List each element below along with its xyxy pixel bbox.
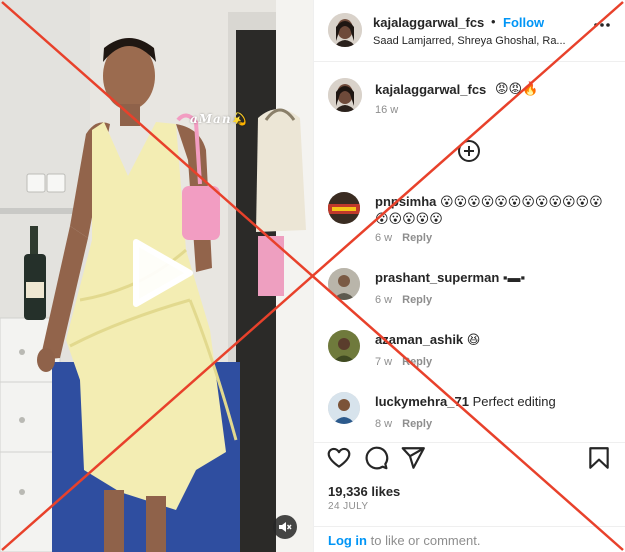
avatar-image bbox=[328, 13, 362, 47]
like-button[interactable] bbox=[326, 445, 352, 471]
post-caption: kajalaggarwal_fcs 😡😡🔥 16 w bbox=[314, 74, 625, 124]
comment-item: pnpsimha 😮😮😮😮😮😮😮😮😮😮😮😮😮😮😮😮😮 6 w Reply bbox=[314, 190, 625, 250]
author-avatar[interactable] bbox=[328, 13, 362, 47]
follow-button[interactable]: Follow bbox=[503, 15, 544, 30]
reply-button[interactable]: Reply bbox=[402, 232, 432, 244]
video-player[interactable]: aMan💫 bbox=[0, 0, 313, 552]
avatar-image bbox=[328, 78, 362, 112]
comment-body: pnpsimha 😮😮😮😮😮😮😮😮😮😮😮😮😮😮😮😮😮 bbox=[375, 193, 615, 227]
caption-text: 😡😡🔥 bbox=[495, 81, 539, 96]
caption-username[interactable]: kajalaggarwal_fcs bbox=[375, 82, 486, 97]
post-action-bar bbox=[314, 442, 625, 472]
plus-circle-icon bbox=[458, 140, 480, 162]
commenter-avatar[interactable] bbox=[328, 392, 360, 424]
reply-button[interactable]: Reply bbox=[402, 356, 432, 368]
post-date: 24 JULY bbox=[328, 501, 369, 512]
caption-age: 16 w bbox=[375, 104, 399, 116]
comment-username[interactable]: luckymehra_71 bbox=[375, 394, 469, 409]
comment-item: azaman_ashik 😆 7 w Reply bbox=[314, 328, 625, 374]
speaker-muted-icon bbox=[279, 522, 292, 532]
comment-text: ▪︎▬▪︎ bbox=[502, 270, 526, 285]
login-prompt: Log in to like or comment. bbox=[314, 526, 625, 552]
login-link[interactable]: Log in bbox=[328, 533, 367, 548]
comment-meta: 7 w Reply bbox=[375, 356, 432, 368]
login-prompt-rest: to like or comment. bbox=[367, 533, 481, 548]
video-overlay-text: aMan💫 bbox=[190, 112, 248, 126]
author-username[interactable]: kajalaggarwal_fcs bbox=[373, 15, 484, 30]
comment-age: 6 w bbox=[375, 232, 393, 244]
comment-age: 6 w bbox=[375, 294, 393, 306]
reply-button[interactable]: Reply bbox=[402, 418, 432, 430]
comment-meta: 8 w Reply bbox=[375, 418, 432, 430]
avatar-image bbox=[328, 268, 360, 300]
comment-body: prashant_superman ▪︎▬▪︎ bbox=[375, 269, 615, 286]
header-separator: • bbox=[491, 14, 496, 29]
avatar-image bbox=[328, 330, 360, 362]
load-more-comments-button[interactable] bbox=[457, 139, 481, 163]
more-options-button[interactable] bbox=[590, 15, 614, 35]
audio-attribution-link[interactable]: Saad Lamjarred, Shreya Ghoshal, Ra... bbox=[373, 35, 578, 47]
caption-avatar[interactable] bbox=[328, 78, 362, 112]
post-header: kajalaggarwal_fcs • Follow Saad Lamjarre… bbox=[314, 0, 625, 62]
comment-body: azaman_ashik 😆 bbox=[375, 331, 615, 348]
likes-count[interactable]: 19,336 likes bbox=[328, 484, 400, 499]
comment-item: luckymehra_71 Perfect editing 8 w Reply bbox=[314, 390, 625, 436]
comment-username[interactable]: prashant_superman bbox=[375, 270, 499, 285]
comment-meta: 6 w Reply bbox=[375, 232, 432, 244]
post-side-panel: kajalaggarwal_fcs • Follow Saad Lamjarre… bbox=[313, 0, 625, 552]
commenter-avatar[interactable] bbox=[328, 268, 360, 300]
commenter-avatar[interactable] bbox=[328, 192, 360, 224]
login-prompt-text: Log in to like or comment. bbox=[328, 533, 480, 548]
comment-text: 😆 bbox=[466, 332, 481, 347]
avatar-image bbox=[328, 392, 360, 424]
mute-toggle-button[interactable] bbox=[273, 515, 297, 539]
comment-username[interactable]: pnpsimha bbox=[375, 194, 436, 209]
comment-age: 8 w bbox=[375, 418, 393, 430]
heart-icon bbox=[327, 447, 351, 468]
comment-item: prashant_superman ▪︎▬▪︎ 6 w Reply bbox=[314, 266, 625, 312]
comment-username[interactable]: azaman_ashik bbox=[375, 332, 463, 347]
avatar-image bbox=[328, 192, 360, 224]
bookmark-icon bbox=[589, 447, 609, 469]
more-options-icon bbox=[594, 23, 610, 27]
save-button[interactable] bbox=[586, 445, 612, 471]
comment-age: 7 w bbox=[375, 356, 393, 368]
comment-bubble-icon bbox=[365, 446, 389, 470]
paper-plane-icon bbox=[401, 447, 425, 469]
share-button[interactable] bbox=[400, 445, 426, 471]
reply-button[interactable]: Reply bbox=[402, 294, 432, 306]
comment-button[interactable] bbox=[363, 445, 389, 471]
play-button[interactable] bbox=[122, 236, 196, 310]
play-icon bbox=[133, 239, 193, 307]
comment-text: Perfect editing bbox=[472, 394, 556, 409]
commenter-avatar[interactable] bbox=[328, 330, 360, 362]
comment-meta: 6 w Reply bbox=[375, 294, 432, 306]
comment-body: luckymehra_71 Perfect editing bbox=[375, 393, 615, 410]
